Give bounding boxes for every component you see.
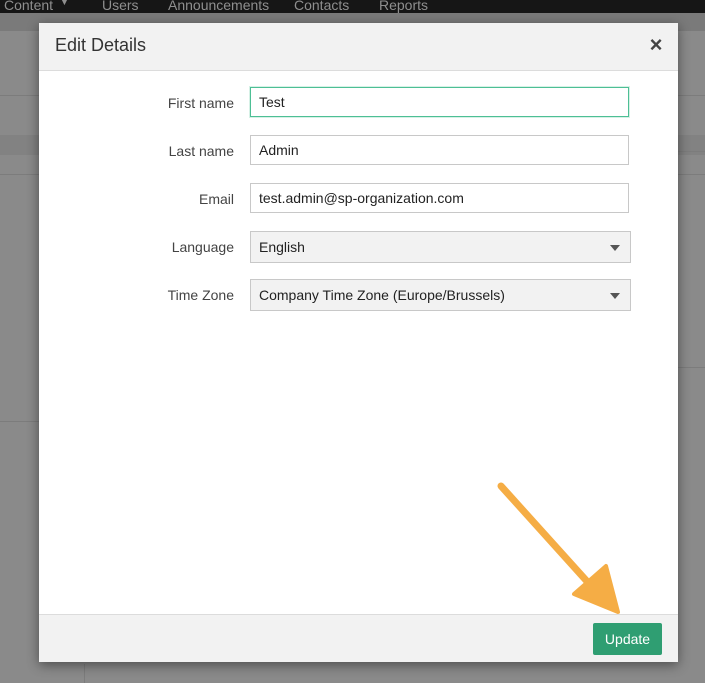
language-label: Language	[171, 239, 234, 255]
time-zone-select-value: Company Time Zone (Europe/Brussels)	[259, 287, 505, 303]
time-zone-label: Time Zone	[167, 287, 234, 303]
time-zone-select[interactable]: Company Time Zone (Europe/Brussels)	[250, 279, 631, 311]
chevron-down-icon	[610, 293, 620, 299]
last-name-label: Last name	[168, 143, 234, 159]
nav-item-content[interactable]: Content	[4, 0, 53, 13]
language-row: Language English	[39, 231, 678, 263]
divider	[678, 367, 705, 368]
first-name-field[interactable]: Test	[250, 87, 629, 117]
last-name-row: Last name Admin	[39, 135, 678, 167]
first-name-row: First name Test	[39, 87, 678, 119]
language-select-value: English	[259, 239, 305, 255]
chevron-down-icon: ▼	[60, 0, 69, 7]
chevron-down-icon	[610, 245, 620, 251]
close-icon[interactable]: ×	[648, 34, 664, 56]
divider	[0, 421, 40, 422]
edit-details-dialog: Edit Details × First name Test Last name…	[39, 23, 678, 662]
divider	[678, 151, 705, 152]
email-label: Email	[198, 191, 234, 207]
dialog-title: Edit Details	[55, 35, 147, 55]
last-name-field[interactable]: Admin	[250, 135, 629, 165]
top-navigation: Content ▼ Users Announcements Contacts R…	[0, 0, 705, 13]
dialog-footer: Update	[39, 614, 678, 662]
time-zone-row: Time Zone Company Time Zone (Europe/Brus…	[39, 279, 678, 311]
nav-item-users[interactable]: Users	[102, 0, 139, 13]
update-button[interactable]: Update	[593, 623, 662, 655]
email-row: Email test.admin@sp-organization.com	[39, 183, 678, 215]
nav-item-contacts[interactable]: Contacts	[294, 0, 349, 13]
divider	[84, 664, 85, 683]
language-select[interactable]: English	[250, 231, 631, 263]
nav-item-reports[interactable]: Reports	[379, 0, 428, 13]
first-name-label: First name	[167, 95, 234, 111]
email-field[interactable]: test.admin@sp-organization.com	[250, 183, 629, 213]
nav-item-announcements[interactable]: Announcements	[168, 0, 269, 13]
dialog-header: Edit Details ×	[39, 23, 678, 71]
